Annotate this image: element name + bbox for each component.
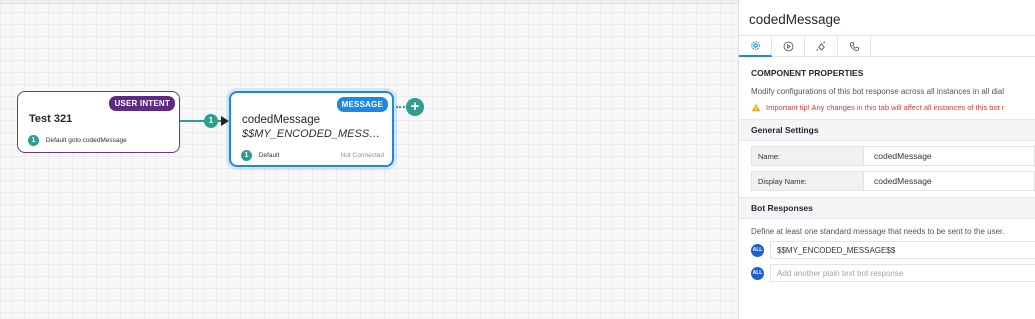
warning-icon: [751, 103, 761, 112]
user-intent-node[interactable]: USER INTENT Test 321 1 Default goto code…: [17, 91, 180, 153]
tab-settings[interactable]: [739, 36, 772, 57]
name-field-row: Name: codedMessage: [751, 146, 1035, 166]
properties-panel: codedMessage COMPONENT PROPERTIES Modify…: [738, 0, 1035, 319]
name-input[interactable]: codedMessage: [864, 146, 1035, 166]
tab-voice[interactable]: [838, 36, 871, 57]
panel-tabs: [739, 36, 1035, 57]
message-node-title: codedMessage: [242, 114, 320, 126]
message-path[interactable]: 1 Default: [241, 150, 279, 161]
name-label: Name:: [751, 146, 864, 166]
bot-response-input[interactable]: $$MY_ENCODED_MESSAGE$$: [770, 241, 1035, 259]
message-badge: MESSAGE: [336, 97, 388, 112]
display-name-label: Display Name:: [751, 171, 864, 191]
general-settings-section: General Settings: [739, 119, 1035, 141]
intent-node-title: Test 321: [29, 113, 73, 125]
play-circle-icon: [783, 41, 793, 52]
bot-responses-heading: Bot Responses: [751, 203, 813, 213]
connection-status: Not Connected: [340, 152, 384, 159]
connector-number: 1: [204, 114, 218, 128]
display-name-field-row: Display Name: codedMessage: [751, 171, 1035, 191]
all-channels-badge[interactable]: ALL: [751, 266, 764, 280]
connector-arrow-icon: [221, 116, 229, 126]
all-channels-badge[interactable]: ALL: [751, 243, 764, 257]
important-tip: Important tip! Any changes in this tab w…: [739, 103, 1035, 112]
user-intent-badge: USER INTENT: [109, 96, 175, 111]
canvas-top-bar: [0, 0, 738, 4]
bug-icon: [815, 41, 825, 51]
tab-advanced[interactable]: [805, 36, 838, 57]
new-response-row: ALL Add another plain text bot response: [751, 264, 1035, 282]
bot-responses-section: Bot Responses: [739, 197, 1035, 219]
message-node-subtitle: $$MY_ENCODED_MESSAG...: [242, 128, 387, 140]
display-name-input[interactable]: codedMessage: [864, 171, 1035, 191]
flow-canvas[interactable]: USER INTENT Test 321 1 Default goto code…: [0, 0, 738, 319]
path-number: 1: [241, 150, 252, 161]
plus-icon[interactable]: +: [406, 98, 424, 116]
tip-text: Important tip! Any changes in this tab w…: [766, 103, 1005, 112]
message-node[interactable]: MESSAGE codedMessage $$MY_ENCODED_MESSAG…: [229, 91, 394, 167]
path-label: Default: [258, 152, 280, 159]
path-label: Default goto codedMessage: [45, 137, 127, 144]
bot-response-row: ALL $$MY_ENCODED_MESSAGE$$: [751, 241, 1035, 259]
panel-title: codedMessage: [749, 12, 841, 27]
intent-path[interactable]: 1 Default goto codedMessage: [28, 135, 127, 146]
panel-header: codedMessage: [739, 0, 1035, 36]
component-properties-heading: COMPONENT PROPERTIES: [751, 68, 864, 78]
component-properties-description: Modify configurations of this bot respon…: [751, 87, 1005, 96]
general-settings-heading: General Settings: [751, 125, 819, 135]
tab-preview[interactable]: [772, 36, 805, 57]
path-number: 1: [28, 135, 39, 146]
phone-icon: [849, 41, 859, 52]
new-response-input[interactable]: Add another plain text bot response: [770, 264, 1035, 282]
gear-icon: [750, 41, 760, 50]
bot-responses-description: Define at least one standard message tha…: [751, 227, 1005, 236]
